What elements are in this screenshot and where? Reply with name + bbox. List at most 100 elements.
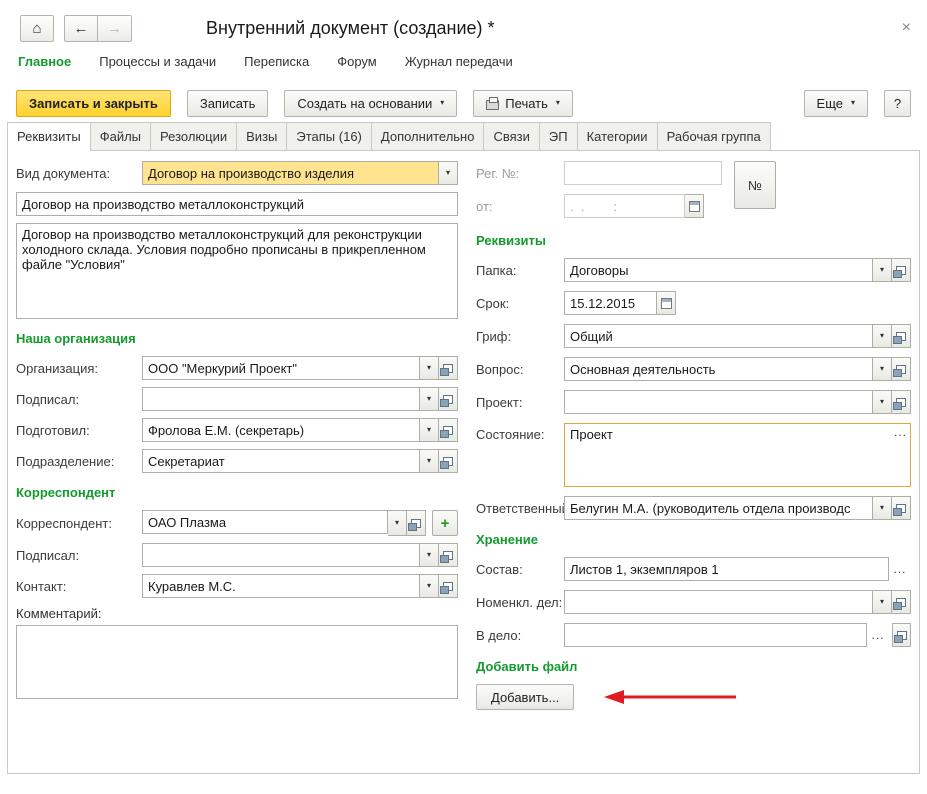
- responsible-open-button[interactable]: [892, 496, 911, 520]
- stamp-dropdown-button[interactable]: ▾: [873, 324, 892, 348]
- state-choose-button[interactable]: ...: [894, 425, 907, 439]
- contact-input[interactable]: [142, 574, 420, 598]
- responsible-label: Ответственный:: [476, 501, 564, 516]
- prepared-by-dropdown-button[interactable]: ▾: [420, 418, 439, 442]
- page-title: Внутренний документ (создание) *: [206, 18, 495, 39]
- contact-open-button[interactable]: [439, 574, 458, 598]
- tab-stages[interactable]: Этапы (16): [286, 122, 371, 150]
- reg-date-label: от:: [476, 199, 564, 214]
- file-case-input[interactable]: [564, 623, 867, 647]
- deadline-input[interactable]: [564, 291, 657, 315]
- corr-signed-by-row: Подписал: ▾: [16, 543, 458, 567]
- deadline-calendar-button[interactable]: [657, 291, 676, 315]
- tab-working-group[interactable]: Рабочая группа: [657, 122, 771, 150]
- menu-item-processes[interactable]: Процессы и задачи: [99, 54, 216, 69]
- organization-input[interactable]: [142, 356, 420, 380]
- question-input[interactable]: [564, 357, 873, 381]
- doc-title-input[interactable]: [16, 192, 458, 216]
- chevron-down-icon: ▾: [880, 598, 884, 606]
- tab-links[interactable]: Связи: [483, 122, 538, 150]
- responsible-input[interactable]: [564, 496, 873, 520]
- correspondent-dropdown-button[interactable]: ▾: [388, 510, 407, 536]
- corr-signed-by-dropdown-button[interactable]: ▾: [420, 543, 439, 567]
- tab-requisites[interactable]: Реквизиты: [7, 122, 90, 151]
- tab-resolutions[interactable]: Резолюции: [150, 122, 236, 150]
- tab-signature[interactable]: ЭП: [539, 122, 577, 150]
- home-button[interactable]: ⌂: [20, 15, 54, 42]
- folder-open-button[interactable]: [892, 258, 911, 282]
- stamp-input[interactable]: [564, 324, 873, 348]
- chevron-down-icon: ▾: [440, 99, 444, 107]
- menu-item-main[interactable]: Главное: [18, 54, 71, 69]
- forward-arrow-icon: →: [107, 20, 122, 37]
- organization-open-button[interactable]: [439, 356, 458, 380]
- department-dropdown-button[interactable]: ▾: [420, 449, 439, 473]
- assign-number-button[interactable]: №: [734, 161, 776, 209]
- correspondent-input[interactable]: [142, 510, 388, 534]
- department-input[interactable]: [142, 449, 420, 473]
- reg-date-input[interactable]: [564, 194, 685, 218]
- save-and-close-button[interactable]: Записать и закрыть: [16, 90, 171, 117]
- project-open-button[interactable]: [892, 390, 911, 414]
- back-button[interactable]: ←: [64, 15, 98, 42]
- composition-choose-button[interactable]: ...: [889, 557, 911, 581]
- corr-signed-by-open-button[interactable]: [439, 543, 458, 567]
- chevron-down-icon: ▾: [427, 426, 431, 434]
- tab-files[interactable]: Файлы: [90, 122, 150, 150]
- forward-button[interactable]: →: [98, 15, 132, 42]
- organization-dropdown-button[interactable]: ▾: [420, 356, 439, 380]
- nomenclature-input[interactable]: [564, 590, 873, 614]
- prepared-by-open-button[interactable]: [439, 418, 458, 442]
- reg-number-input[interactable]: [564, 161, 722, 185]
- create-correspondent-button[interactable]: +: [432, 510, 458, 536]
- question-open-button[interactable]: [892, 357, 911, 381]
- department-open-button[interactable]: [439, 449, 458, 473]
- comment-textarea[interactable]: [16, 625, 458, 699]
- reg-date-calendar-button[interactable]: [685, 194, 704, 218]
- menu-item-forum[interactable]: Форум: [337, 54, 377, 69]
- doc-type-dropdown-button[interactable]: ▾: [439, 161, 458, 185]
- titlebar: ⌂ ← → Внутренний документ (создание) * ×: [0, 0, 927, 46]
- create-based-on-button[interactable]: Создать на основании ▾: [284, 90, 457, 117]
- tab-additional[interactable]: Дополнительно: [371, 122, 484, 150]
- file-case-choose-button[interactable]: ...: [867, 623, 889, 647]
- prepared-by-input[interactable]: [142, 418, 420, 442]
- tab-categories[interactable]: Категории: [577, 122, 657, 150]
- chevron-down-icon: ▾: [880, 398, 884, 406]
- contact-dropdown-button[interactable]: ▾: [420, 574, 439, 598]
- open-form-icon: [443, 364, 453, 373]
- more-button[interactable]: Еще ▾: [804, 90, 868, 117]
- folder-input[interactable]: [564, 258, 873, 282]
- responsible-dropdown-button[interactable]: ▾: [873, 496, 892, 520]
- help-button[interactable]: ?: [884, 90, 911, 117]
- project-dropdown-button[interactable]: ▾: [873, 390, 892, 414]
- signed-by-dropdown-button[interactable]: ▾: [420, 387, 439, 411]
- close-button[interactable]: ×: [902, 19, 911, 37]
- print-button[interactable]: Печать ▾: [473, 90, 573, 117]
- tab-visas[interactable]: Визы: [236, 122, 286, 150]
- question-dropdown-button[interactable]: ▾: [873, 357, 892, 381]
- stamp-open-button[interactable]: [892, 324, 911, 348]
- signed-by-open-button[interactable]: [439, 387, 458, 411]
- nomenclature-label: Номенкл. дел:: [476, 595, 564, 610]
- nomenclature-dropdown-button[interactable]: ▾: [873, 590, 892, 614]
- doc-type-input[interactable]: [142, 161, 439, 185]
- add-file-button[interactable]: Добавить...: [476, 684, 574, 710]
- stamp-label: Гриф:: [476, 329, 564, 344]
- nomenclature-open-button[interactable]: [892, 590, 911, 614]
- signed-by-input[interactable]: [142, 387, 420, 411]
- folder-dropdown-button[interactable]: ▾: [873, 258, 892, 282]
- composition-input[interactable]: [564, 557, 889, 581]
- menu-item-correspondence[interactable]: Переписка: [244, 54, 309, 69]
- question-label: Вопрос:: [476, 362, 564, 377]
- description-textarea[interactable]: Договор на производство металлоконструкц…: [16, 223, 458, 319]
- correspondent-open-button[interactable]: [407, 510, 426, 536]
- file-case-open-button[interactable]: [892, 623, 911, 647]
- history-nav: ← →: [64, 15, 132, 42]
- project-input[interactable]: [564, 390, 873, 414]
- reg-date-row: от:: [476, 194, 722, 218]
- state-textarea[interactable]: Проект: [565, 424, 910, 486]
- save-button[interactable]: Записать: [187, 90, 269, 117]
- corr-signed-by-input[interactable]: [142, 543, 420, 567]
- menu-item-transfer-log[interactable]: Журнал передачи: [405, 54, 513, 69]
